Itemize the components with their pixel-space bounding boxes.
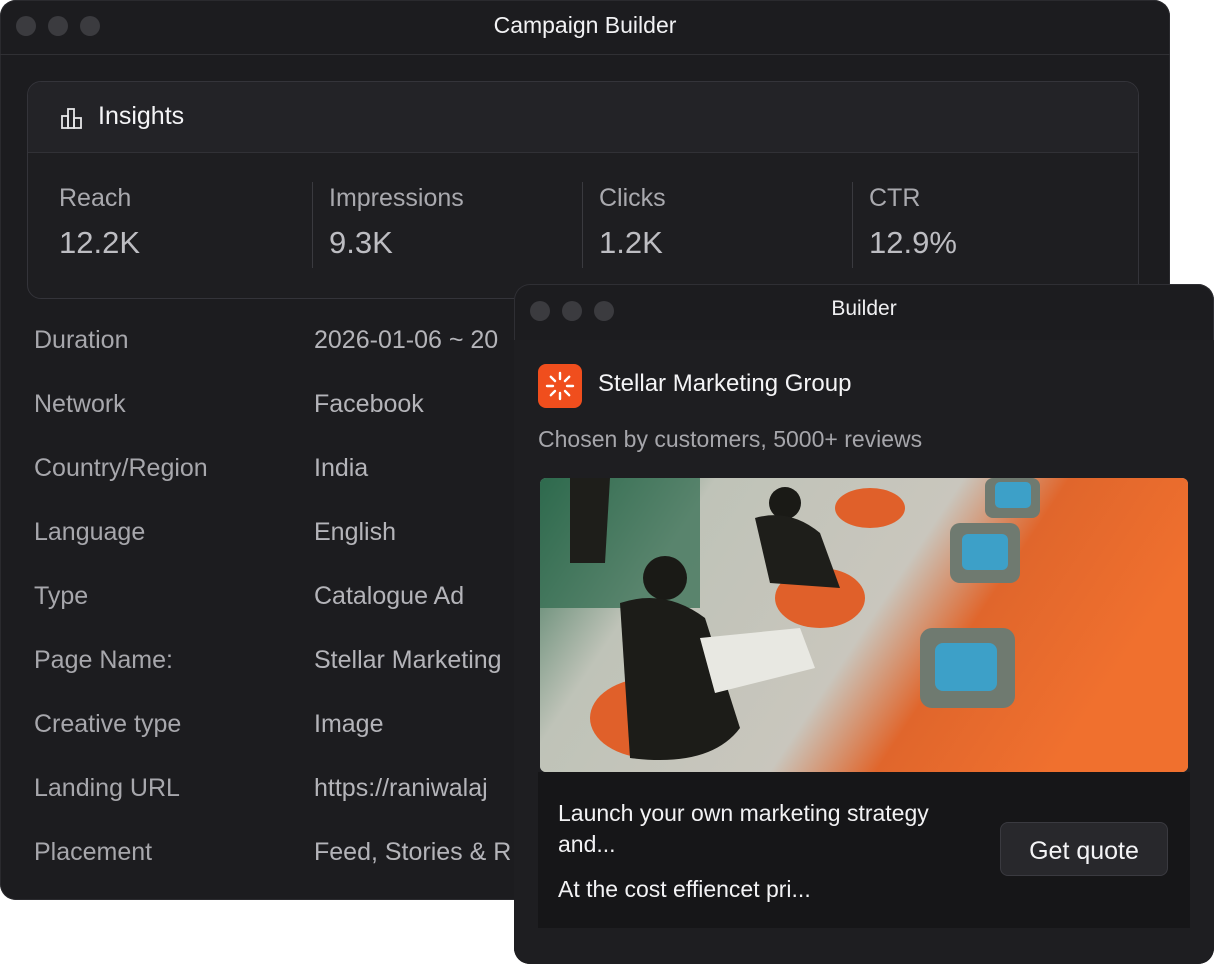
metric-label: CTR [869, 184, 921, 212]
title-bar: Campaign Builder [0, 0, 1170, 55]
ad-preview: Stellar Marketing Group Chosen by custom… [514, 340, 1214, 964]
detail-row-placement: Placement Feed, Stories & R [34, 838, 554, 878]
bar-chart-icon [61, 108, 82, 129]
metric-divider [852, 182, 853, 268]
metric-divider [582, 182, 583, 268]
detail-row-page-name: Page Name: Stellar Marketing [34, 646, 554, 686]
ad-headline: Launch your own marketing strategy and..… [558, 800, 929, 857]
detail-value: English [314, 518, 396, 546]
brand-logo [538, 364, 582, 408]
detail-label: Duration [34, 326, 129, 354]
metric-reach: Reach 12.2K [59, 184, 299, 261]
insights-title: Insights [98, 102, 185, 130]
ad-footer: Launch your own marketing strategy and..… [538, 772, 1190, 928]
detail-value: 2026-01-06 ~ 20 [314, 326, 499, 354]
metric-divider [312, 182, 313, 268]
detail-value: India [314, 454, 369, 482]
detail-label: Page Name: [34, 646, 173, 674]
detail-row-type: Type Catalogue Ad [34, 582, 554, 622]
detail-value: Stellar Marketing [314, 646, 502, 674]
detail-label: Creative type [34, 710, 182, 738]
insights-header: Insights [28, 82, 1138, 153]
metric-label: Clicks [599, 184, 666, 212]
metric-impressions: Impressions 9.3K [329, 184, 569, 261]
detail-value: Feed, Stories & R [314, 838, 512, 866]
ad-description: At the cost effiencet pri... [558, 876, 811, 902]
metric-value: 12.2K [59, 225, 141, 260]
metric-clicks: Clicks 1.2K [599, 184, 839, 261]
detail-row-network: Network Facebook [34, 390, 554, 430]
get-quote-button[interactable]: Get quote [1000, 822, 1168, 876]
detail-row-language: Language English [34, 518, 554, 558]
builder-title-bar: Builder [514, 284, 1214, 341]
detail-label: Language [34, 518, 146, 546]
ad-photo-illustration [540, 478, 1188, 772]
brand-name[interactable]: Stellar Marketing Group [598, 370, 851, 398]
metric-value: 9.3K [329, 225, 393, 260]
window-title: Campaign Builder [493, 12, 677, 38]
detail-value: Catalogue Ad [314, 582, 465, 610]
metric-value: 1.2K [599, 225, 663, 260]
detail-row-landing-url: Landing URL https://raniwalaj [34, 774, 554, 814]
detail-value: Image [314, 710, 384, 738]
detail-label: Type [34, 582, 89, 610]
detail-label: Landing URL [34, 774, 180, 802]
insights-card: Insights Reach 12.2K Impressions 9.3K Cl… [27, 81, 1139, 299]
metric-label: Impressions [329, 184, 464, 212]
detail-row-country: Country/Region India [34, 454, 554, 494]
detail-value[interactable]: https://raniwalaj [314, 774, 488, 803]
sunburst-icon [545, 371, 575, 401]
metric-value: 12.9% [869, 225, 957, 260]
builder-title: Builder [831, 297, 897, 320]
detail-label: Network [34, 390, 126, 418]
detail-label: Placement [34, 838, 153, 866]
brand-subtitle: Chosen by customers, 5000+ reviews [538, 426, 923, 452]
metric-label: Reach [59, 184, 132, 212]
detail-row-creative-type: Creative type Image [34, 710, 554, 750]
detail-row-duration: Duration 2026-01-06 ~ 20 [34, 326, 554, 366]
detail-value: Facebook [314, 390, 424, 418]
builder-window: Builder Stellar Marketing Group Chosen b… [514, 284, 1214, 964]
ad-image[interactable] [540, 478, 1188, 772]
metric-ctr: CTR 12.9% [869, 184, 1109, 261]
detail-label: Country/Region [34, 454, 208, 482]
